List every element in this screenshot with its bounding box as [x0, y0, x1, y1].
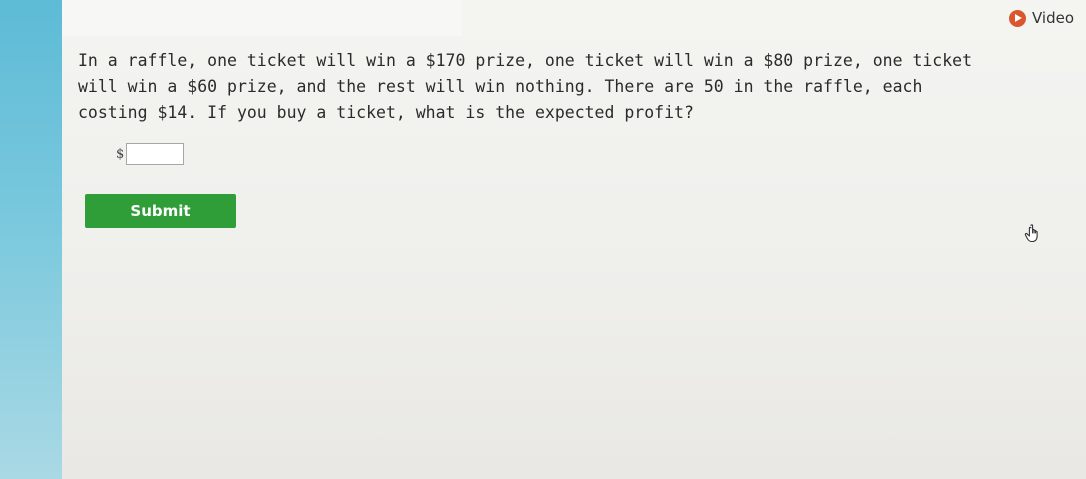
answer-input[interactable]: [126, 143, 185, 165]
answer-row: $: [116, 143, 185, 165]
hand-pointer-icon: [1024, 224, 1038, 243]
top-highlight-area: [62, 0, 462, 36]
play-icon: [1008, 9, 1026, 27]
video-label: Video: [1031, 9, 1074, 27]
video-link[interactable]: Video: [1008, 9, 1074, 27]
currency-symbol: $: [116, 146, 125, 162]
submit-button[interactable]: Submit: [85, 194, 236, 228]
left-sidebar-strip: [0, 0, 62, 479]
question-text: In a raffle, one ticket will win a $170 …: [78, 51, 973, 122]
